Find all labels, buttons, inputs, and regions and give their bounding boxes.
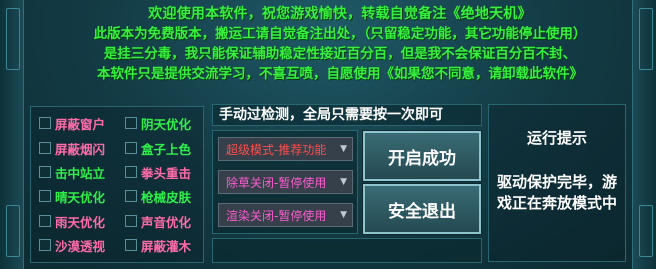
render-select[interactable]: 渲染关闭-暂停使用 ▼ [218,203,353,227]
checkbox-square[interactable] [39,190,51,202]
notice-line-4: 本软件只是提供交流学习，不喜互喷，自愿使用《如果您不同意，请卸载此软件》 [97,66,583,82]
checkbox-sunny-optimize[interactable]: 晴天优化 [39,186,105,206]
grass-select[interactable]: 除草关闭-暂停使用 ▼ [218,170,353,194]
checkbox-square[interactable] [125,117,137,129]
notice-text: 欢迎使用本软件，祝您游戏愉快，转载自觉备注《绝地天机》 此版本为免费版本，搬运工… [60,4,620,100]
feature-checkbox-panel: 屏蔽窗户 屏蔽烟闪 击中站立 晴天优化 雨天优化 沙漠透视 阴天优化 盒子上色 … [30,106,204,263]
checkbox-label: 屏蔽烟闪 [55,141,106,157]
checkbox-square[interactable] [39,166,51,178]
checkbox-box-color[interactable]: 盒子上色 [125,138,191,158]
checkbox-square[interactable] [125,190,137,202]
status-panel: 运行提示 驱动保护完毕，游戏正在奔放模式中 [488,104,626,262]
status-title: 运行提示 [526,129,587,147]
checkbox-square[interactable] [39,117,51,129]
checkbox-label: 沙漠透视 [55,238,106,254]
checkbox-square[interactable] [125,166,137,178]
checkbox-label: 声音优化 [141,214,192,230]
mode-select[interactable]: 超级模式-推荐功能 ▼ [218,137,353,161]
safe-exit-button[interactable]: 安全退出 [362,183,482,235]
status-message: 驱动保护完毕，游戏正在奔放模式中 [496,173,617,212]
checkbox-label: 枪械皮肤 [141,189,192,205]
render-select-value: 渲染关闭-暂停使用 [226,208,327,223]
checkbox-hit-stand[interactable]: 击中站立 [39,162,105,182]
checkbox-block-smoke-flash[interactable]: 屏蔽烟闪 [39,138,105,158]
mode-select-panel: 超级模式-推荐功能 ▼ 除草关闭-暂停使用 ▼ 渲染关闭-暂停使用 ▼ [212,130,358,234]
manual-bypass-hint: 手动过检测，全局只需要按一次即可 [212,104,482,126]
checkbox-label: 屏蔽灌木 [141,238,192,254]
checkbox-block-bushes[interactable]: 屏蔽灌木 [125,235,191,255]
notice-line-3: 是挂三分毒，我只能保证辅助稳定性接近百分百，但是我不会保证百分百不封、 [103,46,577,62]
notice-line-2: 此版本为免费版本，搬运工请自觉备注出处，（只留稳定功能，其它功能停止使用） [93,26,587,42]
checkbox-square[interactable] [125,239,137,251]
right-frame-decoration [632,0,656,269]
checkbox-rain-optimize[interactable]: 雨天优化 [39,211,105,231]
checkbox-sound-optimize[interactable]: 声音优化 [125,211,191,231]
checkbox-label: 阴天优化 [141,116,192,132]
checkbox-label: 屏蔽窗户 [55,116,106,132]
bottom-empty-bar [212,238,482,263]
checkbox-square[interactable] [39,239,51,251]
dropdown-arrow-icon[interactable]: ▼ [340,144,347,154]
checkbox-block-windows[interactable]: 屏蔽窗户 [39,113,105,133]
grass-select-value: 除草关闭-暂停使用 [226,175,327,190]
checkbox-label: 盒子上色 [141,141,192,157]
checkbox-square[interactable] [39,215,51,227]
notice-line-1: 欢迎使用本软件，祝您游戏愉快，转载自觉备注《绝地天机》 [148,6,532,22]
open-button[interactable]: 开启成功 [362,130,482,182]
checkbox-square[interactable] [39,142,51,154]
checkbox-gun-skin[interactable]: 枪械皮肤 [125,186,191,206]
dropdown-arrow-icon[interactable]: ▼ [340,177,347,187]
checkbox-square[interactable] [125,215,137,227]
mode-select-value: 超级模式-推荐功能 [226,142,327,157]
checkbox-cloudy-optimize[interactable]: 阴天优化 [125,113,191,133]
checkbox-fist-heavy[interactable]: 拳头重击 [125,162,191,182]
checkbox-label: 雨天优化 [55,214,106,230]
checkbox-label: 击中站立 [55,165,106,181]
checkbox-square[interactable] [125,142,137,154]
checkbox-label: 晴天优化 [55,189,106,205]
checkbox-label: 拳头重击 [141,165,192,181]
checkbox-desert-xray[interactable]: 沙漠透视 [39,235,105,255]
dropdown-arrow-icon[interactable]: ▼ [340,210,347,220]
left-frame-decoration [0,0,24,269]
